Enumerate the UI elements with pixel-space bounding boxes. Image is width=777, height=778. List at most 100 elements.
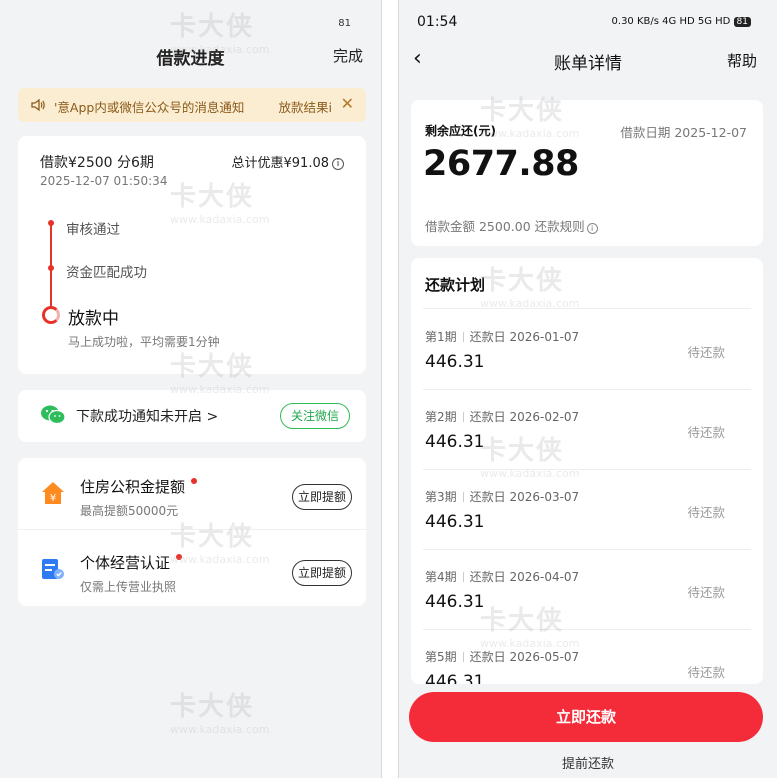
plan-amount: 446.31: [425, 672, 485, 684]
plan-amount: 446.31: [425, 432, 485, 452]
notice-result: 放款结果i: [278, 100, 332, 115]
plan-status: 待还款: [687, 505, 725, 520]
plan-row-head: 第4期 还款日 2026-04-07: [425, 568, 579, 585]
item-subtitle: 最高提额50000元: [80, 504, 179, 518]
divider: [18, 529, 366, 530]
right-screen: 01:54 0.30 KB/s 4G HD 5G HD 81 ‹ 账单详情 帮助…: [398, 0, 777, 778]
status-bar: 81: [0, 0, 381, 36]
plan-period: 第3期: [425, 490, 457, 504]
status-battery: 81: [338, 18, 351, 29]
follow-wechat-button[interactable]: 关注微信: [279, 403, 350, 429]
status-bar: 01:54 0.30 KB/s 4G HD 5G HD 81: [399, 0, 777, 40]
plan-title: 还款计划: [425, 276, 486, 294]
plan-due: 还款日 2026-05-07: [469, 650, 580, 664]
table-row[interactable]: 第5期 还款日 2026-05-07 446.31 待还款: [411, 630, 763, 684]
table-row[interactable]: 第3期 还款日 2026-03-07 446.31 待还款: [411, 470, 763, 550]
list-item[interactable]: 个体经营认证 仅需上传营业执照 立即提额: [18, 534, 366, 606]
wechat-notify-text[interactable]: 下款成功通知未开启 >: [76, 406, 218, 426]
item-title-wrap: 住房公积金提额: [80, 476, 198, 497]
plan-period: 第5期: [425, 650, 457, 664]
speaker-icon: [31, 98, 45, 112]
loan-progress-card: 借款¥2500 分6期 总计优惠¥91.08 i 2025-12-07 01:50…: [18, 136, 366, 374]
loan-date: 借款日期 2025-12-07: [620, 125, 747, 140]
plan-row-head: 第1期 还款日 2026-01-07: [425, 328, 579, 345]
close-icon[interactable]: ✕: [341, 94, 354, 113]
remaining-amount: 2677.88: [423, 144, 579, 184]
plan-row-head: 第3期 还款日 2026-03-07: [425, 488, 579, 505]
status-icons: 0.30 KB/s 4G HD 5G HD 81: [612, 16, 751, 27]
remaining-label: 剩余应还(元): [425, 124, 496, 138]
table-row[interactable]: 第1期 还款日 2026-01-07 446.31 待还款: [411, 310, 763, 390]
loan-discount[interactable]: 总计优惠¥91.08 i: [231, 152, 344, 171]
boost-button[interactable]: 立即提额: [291, 560, 352, 586]
plan-status: 待还款: [687, 425, 725, 440]
early-repay-link[interactable]: 提前还款: [399, 753, 777, 772]
nav-bar: ‹ 账单详情 帮助: [399, 40, 777, 80]
nav-bar: 借款进度 完成: [0, 36, 381, 76]
plan-due: 还款日 2026-03-07: [469, 490, 580, 504]
status-time: 01:54: [417, 14, 458, 30]
red-dot-badge: [176, 554, 183, 560]
wechat-notify-card[interactable]: 下款成功通知未开启 > 关注微信: [18, 390, 366, 442]
help-button[interactable]: 帮助: [727, 50, 757, 71]
info-icon[interactable]: i: [332, 158, 344, 170]
plan-status: 待还款: [687, 345, 725, 360]
divider: [462, 652, 464, 662]
timeline-current: 放款中: [68, 309, 119, 329]
plan-amount: 446.31: [425, 352, 485, 372]
divider: [462, 412, 464, 422]
plan-due: 还款日 2026-01-07: [469, 330, 580, 344]
plan-amount: 446.31: [425, 512, 485, 532]
notice-banner: '意App内或微信公众号的消息通知 放款结果i ✕: [18, 88, 366, 122]
divider: [423, 308, 751, 309]
loan-time: 2025-12-07 01:50:34: [40, 174, 168, 188]
summary-meta-text: 借款金额 2500.00 还款规则: [425, 219, 585, 234]
divider: [462, 332, 464, 342]
page-title: 借款进度: [156, 49, 225, 69]
plan-amount: 446.31: [425, 592, 485, 612]
plan-status: 待还款: [687, 585, 725, 600]
table-row[interactable]: 第2期 还款日 2026-02-07 446.31 待还款: [411, 390, 763, 470]
svg-text:¥: ¥: [50, 493, 56, 504]
plan-due: 还款日 2026-04-07: [469, 570, 580, 584]
pay-now-button[interactable]: 立即还款: [409, 692, 763, 742]
loading-ring-icon: [42, 306, 60, 324]
item-title-wrap: 个体经营认证: [80, 552, 183, 573]
page-title: 账单详情: [554, 54, 622, 74]
plan-period: 第4期: [425, 570, 457, 584]
boost-list-card: ¥ 住房公积金提额 最高提额50000元 立即提额 个体经营认证 仅需上传营业执…: [18, 458, 366, 606]
left-screen: 81 借款进度 完成 '意App内或微信公众号的消息通知 放款结果i ✕ 借款¥…: [0, 0, 382, 778]
done-button[interactable]: 完成: [333, 45, 363, 66]
wechat-icon: [41, 405, 66, 425]
timeline-dot: [48, 220, 54, 226]
bill-summary-card: 剩余应还(元) 借款日期 2025-12-07 2677.88 借款金额 250…: [411, 100, 763, 246]
status-network: 0.30 KB/s 4G HD 5G HD: [611, 16, 731, 27]
item-title: 住房公积金提额: [80, 478, 186, 496]
timeline-step-1: 审核通过: [66, 222, 120, 238]
info-icon[interactable]: i: [586, 223, 598, 234]
boost-button[interactable]: 立即提额: [291, 484, 352, 510]
divider: [462, 572, 464, 582]
plan-row-head: 第2期 还款日 2026-02-07: [425, 408, 579, 425]
summary-meta[interactable]: 借款金额 2500.00 还款规则 i: [425, 216, 598, 235]
red-dot-badge: [191, 478, 198, 484]
notice-text: '意App内或微信公众号的消息通知: [54, 100, 245, 115]
item-subtitle: 仅需上传营业执照: [80, 580, 177, 594]
plan-row-head: 第5期 还款日 2026-05-07: [425, 648, 579, 665]
loan-amount: 借款¥2500 分6期: [40, 155, 154, 171]
loan-discount-text: 总计优惠¥91.08: [231, 156, 330, 171]
house-icon: ¥: [42, 482, 64, 504]
plan-status: 待还款: [687, 665, 725, 680]
timeline-current-sub: 马上成功啦，平均需要1分钟: [68, 335, 220, 349]
timeline-dot: [48, 265, 54, 271]
plan-period: 第2期: [425, 410, 457, 424]
battery-icon: 81: [733, 17, 751, 27]
list-item[interactable]: ¥ 住房公积金提额 最高提额50000元 立即提额: [18, 458, 366, 530]
plan-period: 第1期: [425, 330, 457, 344]
table-row[interactable]: 第4期 还款日 2026-04-07 446.31 待还款: [411, 550, 763, 630]
divider: [462, 492, 464, 502]
item-title: 个体经营认证: [80, 554, 171, 572]
license-icon: [42, 559, 64, 579]
timeline-step-2: 资金匹配成功: [66, 265, 147, 281]
repayment-plan-card: 还款计划 第1期 还款日 2026-01-07 446.31 待还款 第2期 还款日…: [411, 258, 763, 684]
